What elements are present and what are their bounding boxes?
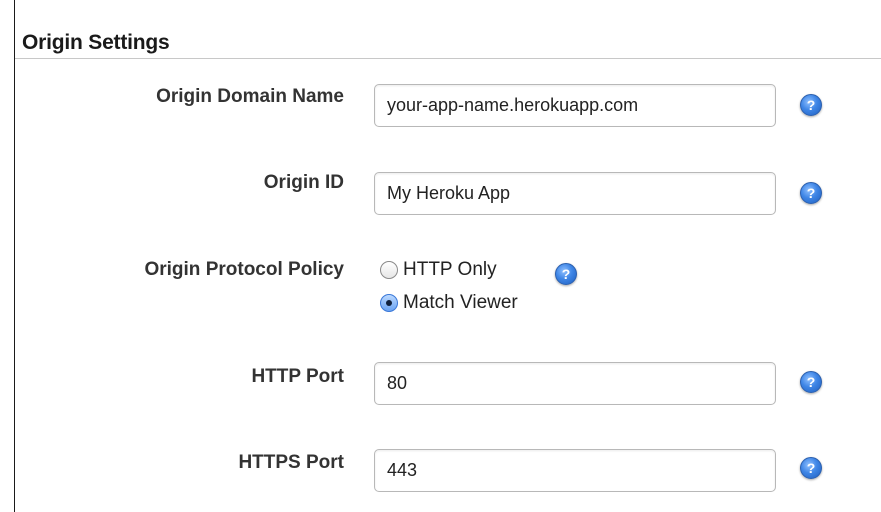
radio-option-http-only[interactable]: HTTP Only: [380, 259, 497, 281]
settings-panel-border: [14, 0, 881, 512]
https-port-input[interactable]: [374, 449, 776, 492]
help-icon[interactable]: ?: [555, 263, 577, 285]
origin-domain-name-input[interactable]: [374, 84, 776, 127]
origin-id-input[interactable]: [374, 172, 776, 215]
origin-id-label: Origin ID: [263, 172, 344, 193]
radio-button-http-only[interactable]: [380, 261, 398, 279]
http-port-label: HTTP Port: [251, 366, 344, 387]
help-icon[interactable]: ?: [800, 94, 822, 116]
help-icon[interactable]: ?: [800, 457, 822, 479]
section-divider: [15, 58, 881, 59]
origin-protocol-policy-label: Origin Protocol Policy: [144, 259, 344, 280]
origin-domain-name-label: Origin Domain Name: [156, 86, 344, 107]
radio-label-http-only: HTTP Only: [403, 259, 497, 280]
https-port-label: HTTPS Port: [238, 452, 344, 473]
radio-option-match-viewer[interactable]: Match Viewer: [380, 292, 518, 314]
radio-button-match-viewer[interactable]: [380, 294, 398, 312]
http-port-input[interactable]: [374, 362, 776, 405]
section-title: Origin Settings: [22, 31, 170, 54]
help-icon[interactable]: ?: [800, 182, 822, 204]
help-icon[interactable]: ?: [800, 371, 822, 393]
radio-label-match-viewer: Match Viewer: [403, 292, 518, 313]
